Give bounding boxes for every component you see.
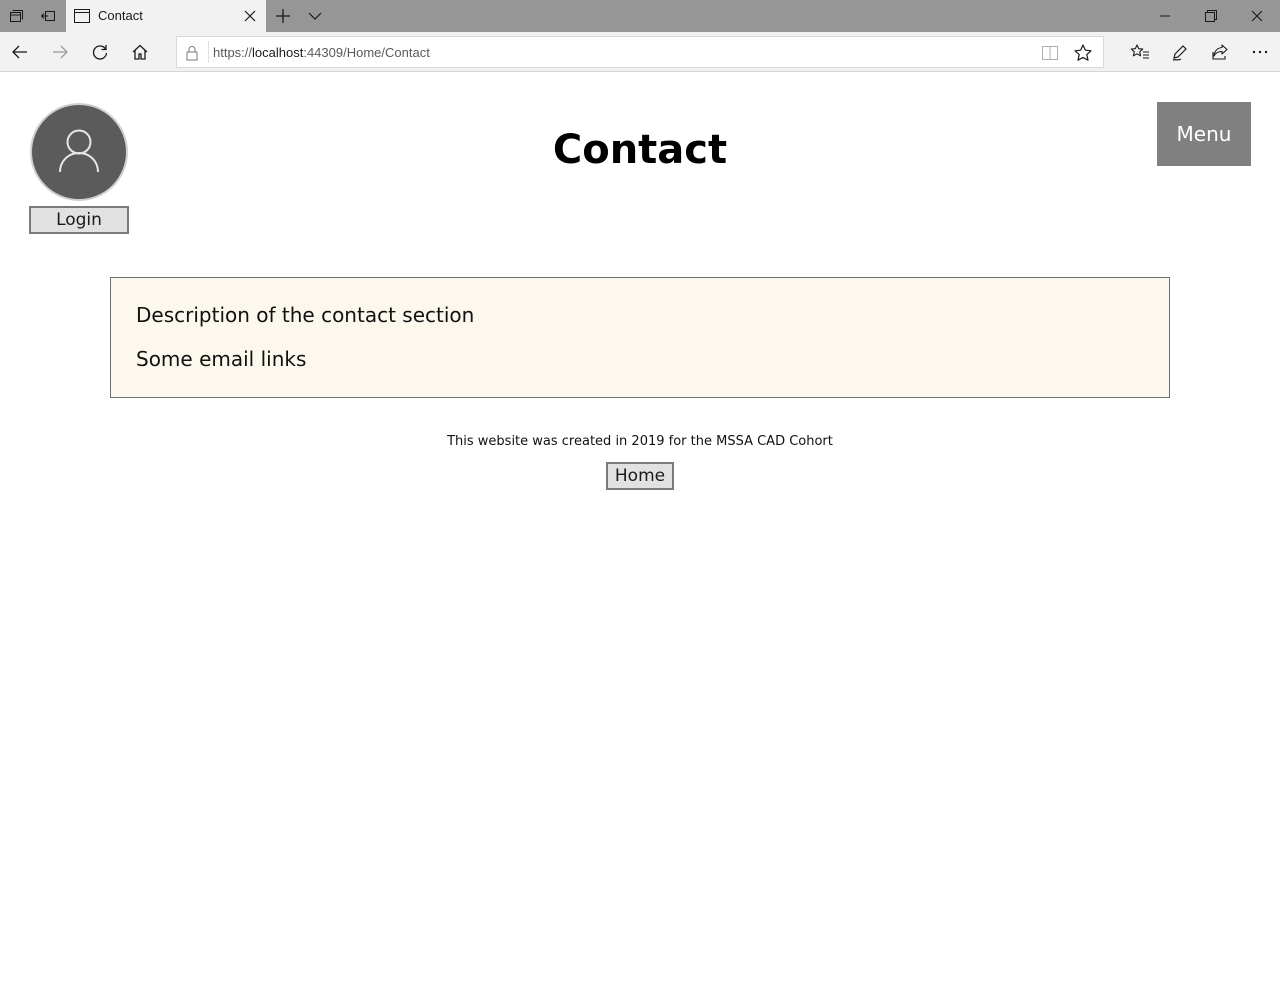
tab-set-aside-icon[interactable]	[0, 0, 32, 32]
favorites-icon[interactable]	[1120, 32, 1160, 72]
more-icon[interactable]	[1240, 32, 1280, 72]
menu-button[interactable]: Menu	[1157, 102, 1251, 166]
contact-section: Description of the contact section Some …	[110, 277, 1170, 398]
browser-titlebar: Contact	[0, 0, 1280, 32]
url-path: :44309/Home/Contact	[303, 45, 430, 60]
web-page: Login Contact Menu Description of the co…	[0, 73, 1280, 984]
address-bar[interactable]: https://localhost:44309/Home/Contact	[176, 36, 1104, 68]
reading-view-icon[interactable]	[1041, 45, 1059, 61]
url-host: localhost	[252, 45, 304, 60]
tab-title: Contact	[98, 8, 143, 23]
refresh-icon[interactable]	[80, 32, 120, 72]
email-links: Some email links	[136, 347, 307, 371]
new-tab-icon[interactable]	[268, 0, 298, 32]
tab-preview-chevron-icon[interactable]	[300, 0, 330, 32]
page-title: Contact	[552, 127, 728, 173]
restore-icon[interactable]	[1188, 0, 1234, 32]
window-close-icon[interactable]	[1234, 0, 1280, 32]
browser-tab[interactable]: Contact	[66, 0, 266, 32]
back-icon[interactable]	[0, 32, 40, 72]
restore-tabs-icon[interactable]	[32, 0, 64, 32]
close-icon[interactable]	[242, 8, 258, 24]
address-url[interactable]: https://localhost:44309/Home/Contact	[213, 45, 430, 60]
share-icon[interactable]	[1200, 32, 1240, 72]
minimize-icon[interactable]	[1142, 0, 1188, 32]
footer-text: This website was created in 2019 for the…	[447, 434, 833, 449]
home-icon[interactable]	[120, 32, 160, 72]
url-scheme: https://	[213, 45, 253, 60]
favorite-star-icon[interactable]	[1073, 43, 1093, 63]
page-icon	[74, 8, 90, 23]
home-button[interactable]: Home	[606, 462, 674, 490]
address-divider	[208, 41, 209, 63]
login-button[interactable]: Login	[29, 206, 129, 234]
lock-icon[interactable]	[185, 45, 199, 61]
contact-description: Description of the contact section	[136, 303, 475, 327]
forward-icon[interactable]	[40, 32, 80, 72]
notes-icon[interactable]	[1160, 32, 1200, 72]
browser-toolbar: https://localhost:44309/Home/Contact	[0, 32, 1280, 72]
